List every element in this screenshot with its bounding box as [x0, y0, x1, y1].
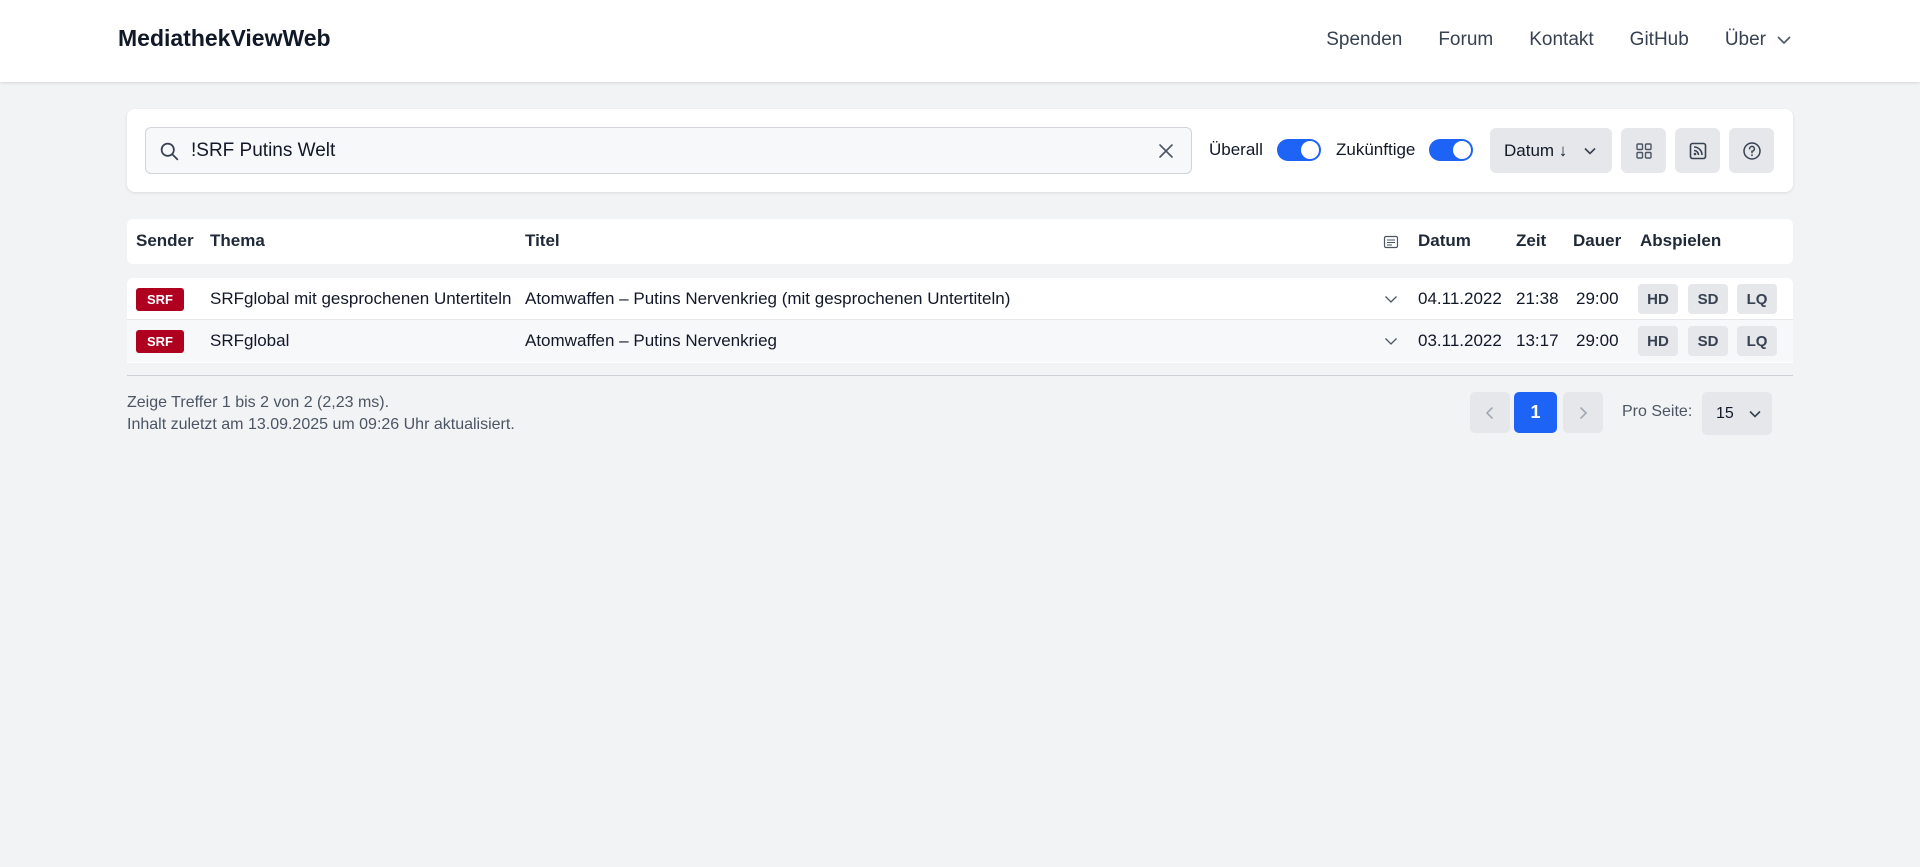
expand-chevron-icon[interactable] [1384, 334, 1398, 348]
column-header-abspielen: Abspielen [1640, 231, 1722, 250]
column-header-titel[interactable]: Titel [525, 231, 560, 251]
results-table-body: SRF SRFglobal mit gesprochenen Untertite… [127, 278, 1793, 363]
grid-icon [1635, 142, 1652, 159]
datum-cell: 03.11.2022 [1418, 331, 1502, 350]
nav-github[interactable]: GitHub [1630, 29, 1689, 51]
zeit-cell: 21:38 [1516, 289, 1559, 308]
chevron-right-icon [1579, 406, 1588, 419]
per-page-value: 15 [1716, 404, 1734, 422]
dauer-cell: 29:00 [1576, 331, 1619, 350]
per-page-select[interactable]: 15 [1702, 392, 1772, 435]
column-header-datum[interactable]: Datum [1418, 231, 1471, 251]
nav-about-label: Über [1724, 29, 1766, 50]
search-input[interactable] [191, 136, 1121, 166]
toggle-future-label: Zukünftige [1336, 140, 1416, 159]
toggle-everywhere-label: Überall [1209, 140, 1263, 159]
toggle-everywhere-group: Überall [1209, 139, 1321, 161]
sort-label: Datum ↓ [1504, 140, 1568, 160]
chevron-down-icon [1584, 147, 1596, 155]
column-header-zeit[interactable]: Zeit [1516, 231, 1546, 251]
thema-cell[interactable]: SRFglobal [210, 331, 289, 351]
table-divider [127, 375, 1793, 376]
toggle-future[interactable] [1429, 139, 1474, 161]
sender-badge[interactable]: SRF [136, 330, 184, 353]
expand-chevron-icon[interactable] [1384, 292, 1398, 306]
chevron-left-icon [1485, 406, 1494, 419]
titel-cell[interactable]: Atomwaffen – Putins Nervenkrieg (mit ges… [525, 289, 1010, 309]
nav-about-dropdown[interactable]: Über [1725, 29, 1792, 51]
toggle-future-group: Zukünftige [1336, 139, 1474, 161]
thema-cell[interactable]: SRFglobal mit gesprochenen Untertiteln [210, 289, 511, 309]
top-navbar: MediathekViewWeb Spenden Forum Kontakt G… [0, 0, 1920, 82]
datum-cell: 04.11.2022 [1418, 289, 1502, 308]
dauer-cell: 29:00 [1576, 289, 1619, 308]
titel-cell[interactable]: Atomwaffen – Putins Nervenkrieg [525, 331, 777, 351]
hits-summary: Zeige Treffer 1 bis 2 von 2 (2,23 ms). [127, 394, 390, 411]
sender-badge[interactable]: SRF [136, 288, 184, 311]
last-updated: Inhalt zuletzt am 13.09.2025 um 09:26 Uh… [127, 416, 515, 433]
toggle-knob [1453, 141, 1472, 159]
search-card: Überall Zukünftige Datum ↓ [127, 109, 1793, 192]
help-button[interactable] [1729, 128, 1774, 173]
column-header-thema[interactable]: Thema [210, 231, 265, 251]
column-header-sender[interactable]: Sender [136, 231, 194, 251]
play-hd-button[interactable]: HD [1638, 326, 1678, 356]
clear-search-icon[interactable] [1157, 142, 1175, 160]
search-icon [160, 142, 179, 161]
play-lq-button[interactable]: LQ [1737, 326, 1777, 356]
page-button-current[interactable]: 1 [1514, 392, 1557, 433]
nav-kontakt[interactable]: Kontakt [1529, 29, 1593, 51]
toggle-everywhere[interactable] [1276, 139, 1321, 161]
zeit-cell: 13:17 [1516, 331, 1559, 350]
rss-icon [1689, 142, 1706, 159]
previous-page-button[interactable] [1470, 392, 1510, 433]
rss-feed-button[interactable] [1675, 128, 1720, 173]
description-icon [1383, 235, 1399, 249]
nav-forum[interactable]: Forum [1438, 29, 1493, 51]
play-lq-button[interactable]: LQ [1737, 284, 1777, 314]
results-table-header: Sender Thema Titel Datum Zeit Dauer Absp… [127, 219, 1793, 264]
sort-dropdown[interactable]: Datum ↓ [1490, 128, 1612, 173]
column-header-dauer[interactable]: Dauer [1573, 231, 1621, 251]
view-toggle-button[interactable] [1621, 128, 1666, 173]
nav-spenden[interactable]: Spenden [1326, 29, 1402, 51]
table-row: SRF SRFglobal Atomwaffen – Putins Nerven… [127, 320, 1793, 362]
help-icon [1742, 141, 1761, 160]
chevron-down-icon [1777, 36, 1791, 45]
play-sd-button[interactable]: SD [1688, 284, 1728, 314]
next-page-button[interactable] [1563, 392, 1603, 433]
play-sd-button[interactable]: SD [1688, 326, 1728, 356]
toggle-knob [1300, 141, 1319, 159]
nav-links: Spenden Forum Kontakt GitHub Über [1326, 29, 1792, 51]
per-page-label: Pro Seite: [1622, 403, 1693, 420]
results-info: Zeige Treffer 1 bis 2 von 2 (2,23 ms). I… [127, 392, 515, 436]
chevron-down-icon [1749, 410, 1761, 418]
brand-logo[interactable]: MediathekViewWeb [118, 25, 331, 52]
search-field [145, 127, 1192, 174]
table-row: SRF SRFglobal mit gesprochenen Untertite… [127, 278, 1793, 320]
play-hd-button[interactable]: HD [1638, 284, 1678, 314]
